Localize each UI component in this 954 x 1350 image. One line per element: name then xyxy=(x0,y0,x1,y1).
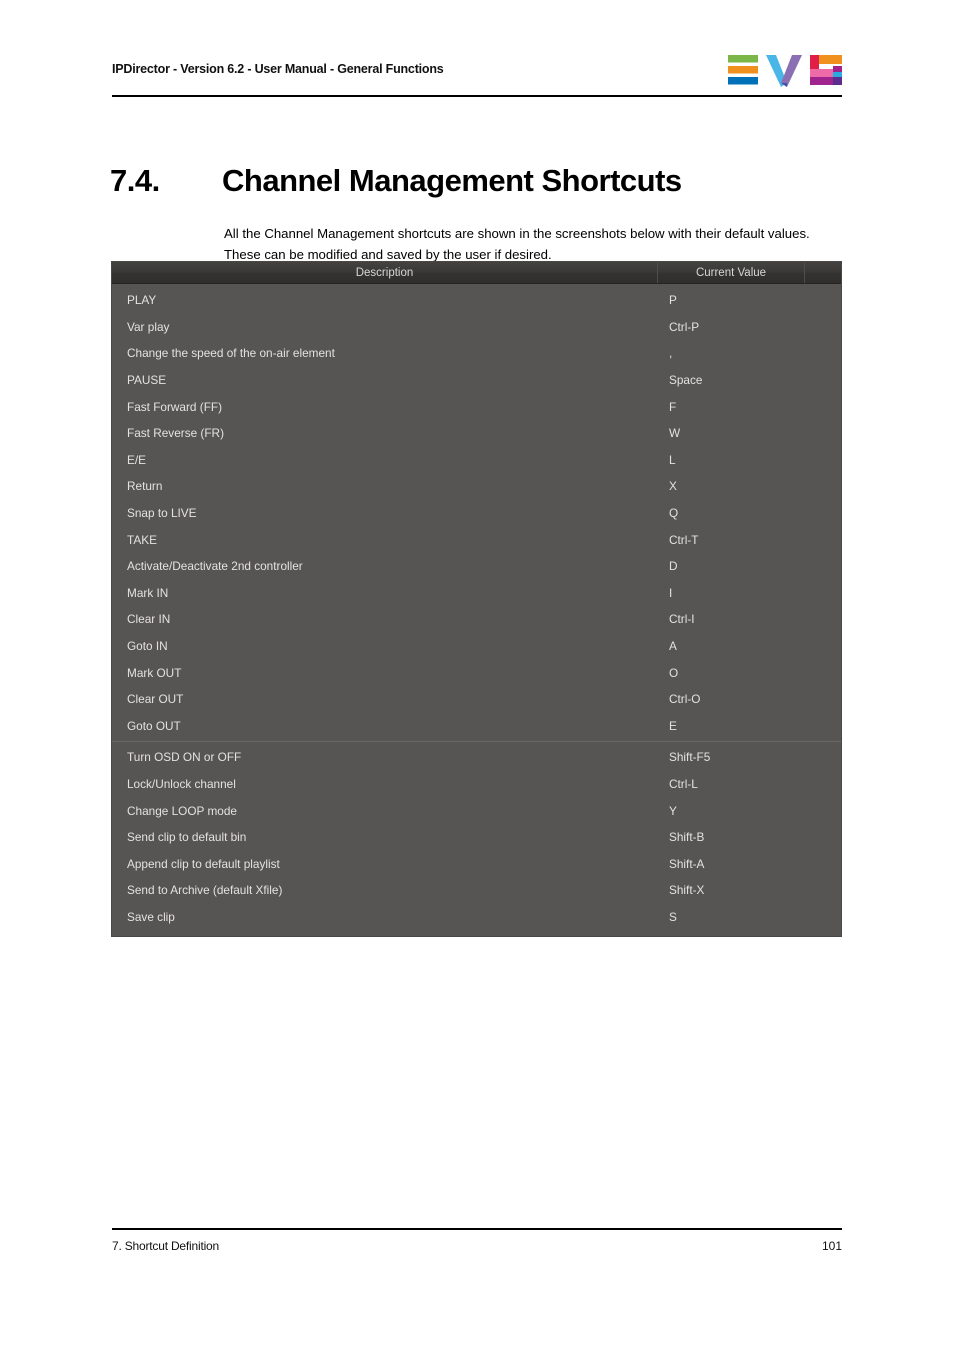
shortcut-description: Mark OUT xyxy=(127,665,182,680)
table-row[interactable]: Mark IN I xyxy=(112,580,841,607)
shortcut-current-value[interactable]: Shift-A xyxy=(658,857,805,871)
table-row[interactable]: Change the speed of the on-air element, xyxy=(112,340,841,367)
shortcut-description: Lock/Unlock channel xyxy=(127,776,236,791)
table-row[interactable]: Lock/Unlock channel Ctrl-L xyxy=(112,771,841,798)
shortcut-current-value[interactable]: Ctrl-O xyxy=(658,692,805,706)
shortcut-table: Description Current Value PLAY P Var play C… xyxy=(112,262,841,937)
page-footer: 7. Shortcut Definition 101 xyxy=(112,1228,842,1262)
header-title: IPDirector - Version 6.2 - User Manual -… xyxy=(112,62,444,76)
table-row[interactable]: Send clip to default bin Shift-B xyxy=(112,824,841,851)
shortcut-description: Change the speed of the on-air element xyxy=(127,346,335,361)
shortcut-current-value[interactable]: Ctrl-T xyxy=(658,533,805,547)
shortcut-description: Mark IN xyxy=(127,585,169,600)
shortcut-description: Snap to LIVE xyxy=(127,506,197,521)
table-header-row: Description Current Value xyxy=(112,262,841,284)
shortcut-current-value[interactable]: A xyxy=(658,639,805,653)
table-row[interactable]: E/E L xyxy=(112,447,841,474)
shortcut-description: Goto OUT xyxy=(127,718,181,733)
shortcut-current-value[interactable]: L xyxy=(658,453,805,467)
table-row[interactable]: Turn OSD ON or OFF Shift-F5 xyxy=(112,741,841,771)
table-row[interactable]: Goto IN A xyxy=(112,633,841,660)
evs-logo xyxy=(728,55,842,87)
shortcut-description: E/E xyxy=(127,452,147,467)
shortcut-description: Activate/Deactivate 2nd controller xyxy=(127,559,303,574)
table-row[interactable]: Var play Ctrl-P xyxy=(112,314,841,341)
shortcut-current-value[interactable]: Y xyxy=(658,804,805,818)
shortcut-description: PAUSE xyxy=(127,373,167,388)
shortcut-description: Var play xyxy=(127,319,170,334)
table-row[interactable]: TAKE Ctrl-T xyxy=(112,526,841,553)
table-row[interactable]: Send to Archive (default Xfile) Shift-X xyxy=(112,877,841,904)
table-row[interactable]: Mark OUT O xyxy=(112,659,841,686)
shortcut-current-value[interactable]: E xyxy=(658,719,805,733)
shortcut-description: Send to Archive (default Xfile) xyxy=(127,883,283,898)
shortcut-description: Turn OSD ON or OFF xyxy=(127,750,242,765)
shortcut-description: Send clip to default bin xyxy=(127,830,247,845)
shortcut-description: PLAY xyxy=(127,293,157,308)
table-row[interactable]: Save clip S xyxy=(112,904,841,931)
shortcut-current-value[interactable]: Ctrl-L xyxy=(658,777,805,791)
column-header-description[interactable]: Description xyxy=(112,262,658,283)
column-header-extra[interactable] xyxy=(805,262,840,283)
shortcut-current-value[interactable]: Q xyxy=(658,506,805,520)
shortcut-current-value[interactable]: Space xyxy=(658,373,805,387)
shortcut-description: TAKE xyxy=(127,532,157,547)
table-row[interactable]: Append clip to default playlist Shift-A xyxy=(112,850,841,877)
table-row[interactable]: Goto OUT E xyxy=(112,713,841,740)
footer-page-number: 101 xyxy=(821,1239,842,1253)
column-header-current-value[interactable]: Current Value xyxy=(658,262,805,283)
intro-paragraph: All the Channel Management shortcuts are… xyxy=(224,226,810,263)
shortcut-current-value[interactable]: O xyxy=(658,666,805,680)
table-row[interactable]: PAUSE Space xyxy=(112,367,841,394)
shortcut-description: Return xyxy=(127,479,163,494)
shortcut-description: Goto IN xyxy=(127,639,168,654)
shortcut-current-value[interactable]: Shift-X xyxy=(658,883,805,897)
shortcut-current-value[interactable]: W xyxy=(658,426,805,440)
shortcut-description: Append clip to default playlist xyxy=(127,856,280,871)
table-row[interactable]: Return X xyxy=(112,473,841,500)
shortcut-current-value[interactable]: Shift-F5 xyxy=(658,750,805,764)
table-body: PLAY P Var play Ctrl-P Change the speed of t… xyxy=(112,284,841,936)
page-title: 7.4. Channel Management Shortcuts xyxy=(110,163,870,199)
shortcut-current-value[interactable]: , xyxy=(658,346,805,360)
shortcut-current-value[interactable]: S xyxy=(658,910,805,924)
page-header: IPDirector - Version 6.2 - User Manual -… xyxy=(112,55,842,97)
table-row[interactable]: Change LOOP mode Y xyxy=(112,797,841,824)
shortcut-current-value[interactable]: Shift-B xyxy=(658,830,805,844)
shortcut-description: Clear IN xyxy=(127,612,171,627)
section-number: 7.4. xyxy=(110,162,160,198)
table-row[interactable]: Snap to LIVE Q xyxy=(112,500,841,527)
table-row[interactable]: Clear OUT Ctrl-O xyxy=(112,686,841,713)
footer-chapter: 7. Shortcut Definition xyxy=(112,1239,219,1253)
shortcut-description: Clear OUT xyxy=(127,692,184,707)
shortcut-description: Save clip xyxy=(127,909,175,924)
table-row[interactable]: Activate/Deactivate 2nd controller D xyxy=(112,553,841,580)
shortcut-current-value[interactable]: Ctrl-I xyxy=(658,612,805,626)
shortcut-current-value[interactable]: Ctrl-P xyxy=(658,320,805,334)
shortcut-description: Change LOOP mode xyxy=(127,803,237,818)
shortcut-description: Fast Reverse (FR) xyxy=(127,426,225,441)
shortcut-current-value[interactable]: I xyxy=(658,586,805,600)
table-row[interactable]: Clear IN Ctrl-I xyxy=(112,606,841,633)
section-title-text: Channel Management Shortcuts xyxy=(222,162,682,198)
shortcut-current-value[interactable]: D xyxy=(658,559,805,573)
table-row[interactable]: Fast Forward (FF) F xyxy=(112,393,841,420)
shortcut-current-value[interactable]: X xyxy=(658,479,805,493)
shortcut-current-value[interactable]: F xyxy=(658,400,805,414)
shortcut-current-value[interactable]: P xyxy=(658,293,805,307)
table-row[interactable]: Fast Reverse (FR) W xyxy=(112,420,841,447)
shortcut-description: Fast Forward (FF) xyxy=(127,399,223,414)
table-row[interactable]: PLAY P xyxy=(112,287,841,314)
